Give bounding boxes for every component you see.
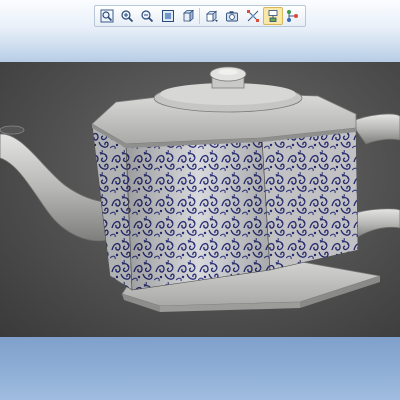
camera-icon bbox=[226, 11, 239, 22]
model-tree-button[interactable] bbox=[284, 7, 303, 25]
zoom-fit-button[interactable] bbox=[97, 7, 116, 25]
view-toolbar bbox=[94, 5, 306, 27]
teapot-handle bbox=[349, 113, 400, 145]
shaded-cube-icon bbox=[182, 9, 194, 22]
toolbar-separator bbox=[199, 8, 201, 24]
shaded-cube-button[interactable] bbox=[178, 7, 197, 25]
annotation-display-button[interactable] bbox=[263, 7, 283, 25]
bottom-panel bbox=[0, 337, 400, 400]
zoom-in-button[interactable] bbox=[117, 7, 136, 25]
teapot-spout bbox=[0, 133, 109, 242]
model-tree-icon bbox=[287, 10, 299, 22]
annotation-display-icon bbox=[268, 10, 278, 22]
zoom-fit-icon bbox=[100, 9, 114, 23]
view-area-icon bbox=[161, 10, 174, 22]
camera-button[interactable] bbox=[223, 7, 242, 25]
zoom-in-icon bbox=[121, 10, 134, 23]
explode-button[interactable] bbox=[243, 7, 262, 25]
saved-views-button[interactable] bbox=[202, 7, 221, 25]
zoom-out-button[interactable] bbox=[138, 7, 157, 25]
teapot-model[interactable] bbox=[0, 62, 400, 337]
3d-viewport[interactable] bbox=[0, 62, 400, 337]
spout-opening bbox=[0, 125, 25, 135]
saved-views-icon bbox=[205, 10, 219, 22]
zoom-out-icon bbox=[141, 10, 154, 23]
explode-icon bbox=[246, 10, 259, 22]
view-area-button[interactable] bbox=[158, 7, 177, 25]
